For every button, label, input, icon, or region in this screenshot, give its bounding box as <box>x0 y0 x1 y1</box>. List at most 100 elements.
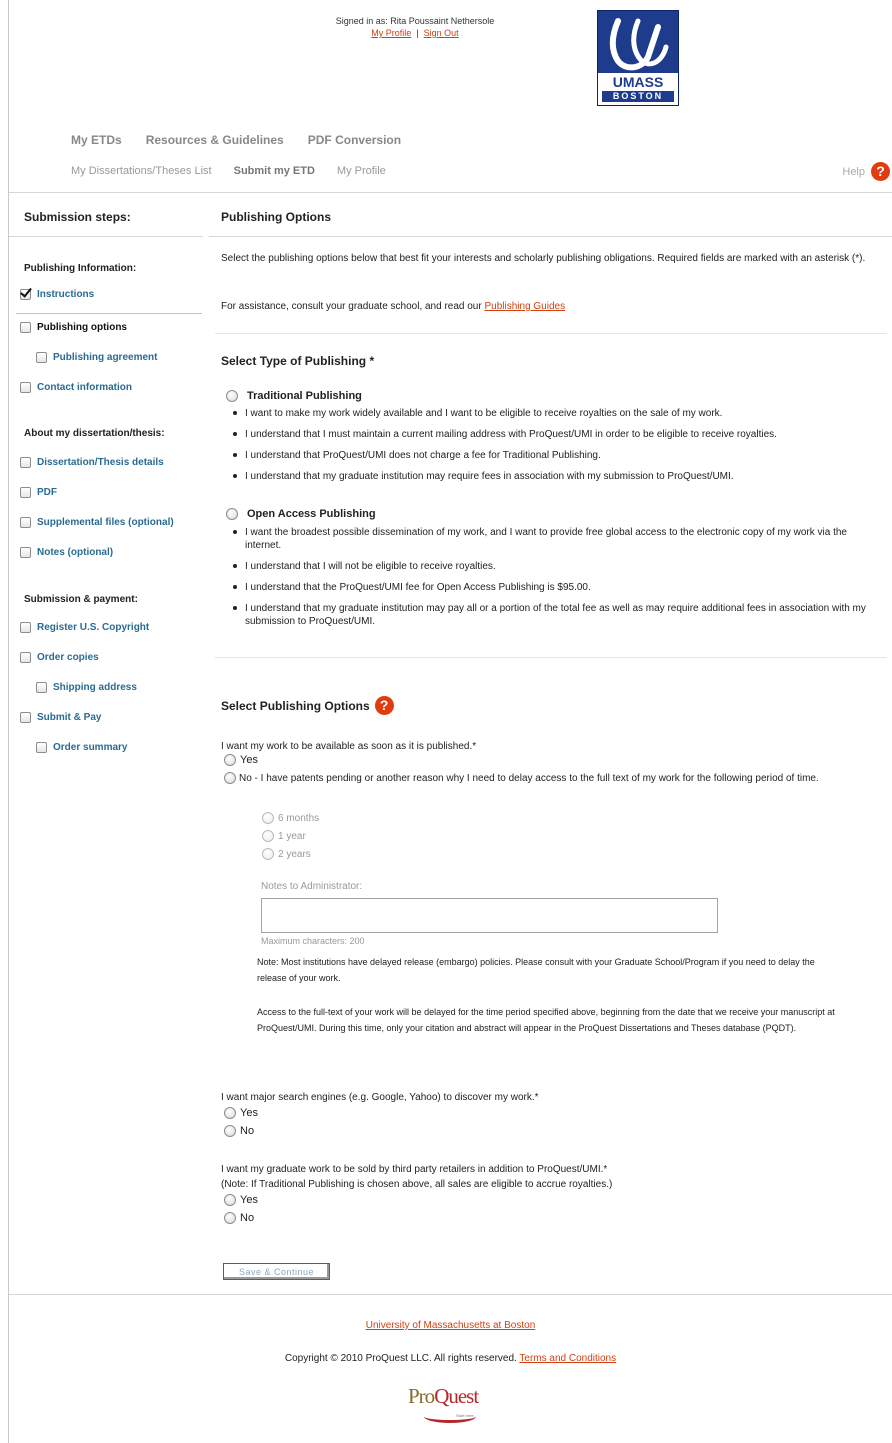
checked-box-icon <box>20 289 31 300</box>
section-divider <box>215 333 887 334</box>
search-yes[interactable]: Yes <box>224 1107 258 1119</box>
sidebar-item-details[interactable]: Dissertation/Thesis details <box>20 457 164 468</box>
checkbox-icon <box>20 517 31 528</box>
search-no-radio[interactable] <box>224 1125 236 1137</box>
university-link[interactable]: University of Massachusetts at Boston <box>366 1320 536 1331</box>
open-access-option[interactable]: Open Access Publishing <box>226 508 376 520</box>
checkbox-icon <box>20 622 31 633</box>
max-chars-text: Maximum characters: 200 <box>261 936 365 946</box>
list-item: I want to make my work widely available … <box>231 407 881 420</box>
logo-part: Quest <box>434 1384 479 1408</box>
help-link[interactable]: Help ? <box>842 162 890 181</box>
period-radio[interactable] <box>262 812 274 824</box>
help-question-icon[interactable]: ? <box>871 162 890 181</box>
my-profile-link[interactable]: My Profile <box>371 28 411 38</box>
sidebar-item-shipping[interactable]: Shipping address <box>36 682 137 693</box>
checkbox-icon <box>20 382 31 393</box>
nav-pdf-conversion[interactable]: PDF Conversion <box>308 133 401 147</box>
sidebar-underline <box>16 313 202 314</box>
logo-line-1: UMASS <box>612 74 664 90</box>
sidebar-title-divider <box>9 236 203 237</box>
secondary-nav: My Dissertations/Theses List Submit my ET… <box>71 165 408 177</box>
logo-tagline: Start here. <box>456 1413 475 1418</box>
checkbox-icon <box>36 742 47 753</box>
sidebar-item-publishing-agreement[interactable]: Publishing agreement <box>36 352 157 363</box>
availability-question: I want my work to be available as soon a… <box>221 741 477 752</box>
access-note: Access to the full-text of your work wil… <box>257 1007 835 1033</box>
period-radio[interactable] <box>262 830 274 842</box>
signed-in-block: Signed in as: Rita Poussaint Nethersole … <box>0 16 830 38</box>
logo-line-2: BOSTON <box>602 91 674 102</box>
publishing-guides-link[interactable]: Publishing Guides <box>484 301 565 312</box>
terms-link[interactable]: Terms and Conditions <box>519 1353 616 1364</box>
period-radio[interactable] <box>262 848 274 860</box>
sidebar-item-submit-pay[interactable]: Submit & Pay <box>20 712 101 723</box>
open-access-radio[interactable] <box>226 508 238 520</box>
help-label: Help <box>842 165 865 178</box>
options-heading: Select Publishing Options ? <box>221 696 394 715</box>
checkbox-icon <box>20 652 31 663</box>
list-item: I understand that ProQuest/UMI does not … <box>231 449 881 462</box>
search-no[interactable]: No <box>224 1125 254 1137</box>
sidebar-item-supplemental[interactable]: Supplemental files (optional) <box>20 517 174 528</box>
group-about-dissertation: About my dissertation/thesis: <box>24 428 165 439</box>
sidebar-item-publishing-options[interactable]: Publishing options <box>20 322 127 333</box>
nav-submit-etd[interactable]: Submit my ETD <box>234 165 315 177</box>
list-item: I understand that I will not be eligible… <box>231 560 881 573</box>
checkbox-icon <box>20 487 31 498</box>
retail-note: (Note: If Traditional Publishing is chos… <box>221 1179 613 1190</box>
sidebar-item-order-copies[interactable]: Order copies <box>20 652 99 663</box>
retail-no-radio[interactable] <box>224 1212 236 1224</box>
options-help-icon[interactable]: ? <box>374 696 394 715</box>
sidebar-item-notes[interactable]: Notes (optional) <box>20 547 113 558</box>
list-item: I understand that the ProQuest/UMI fee f… <box>231 581 881 594</box>
availability-yes[interactable]: Yes <box>224 754 258 766</box>
nav-my-profile[interactable]: My Profile <box>337 165 386 177</box>
retail-no[interactable]: No <box>224 1212 254 1224</box>
sidebar-item-instructions[interactable]: Instructions <box>20 289 94 300</box>
page-frame <box>8 0 892 1443</box>
sidebar-title: Submission steps: <box>24 210 131 224</box>
u-monogram-icon <box>609 18 669 71</box>
nav-resources[interactable]: Resources & Guidelines <box>146 133 284 147</box>
notes-label: Notes to Administrator: <box>261 881 363 892</box>
search-question: I want major search engines (e.g. Google… <box>221 1092 539 1103</box>
checkbox-icon <box>20 322 31 333</box>
availability-yes-radio[interactable] <box>224 754 236 766</box>
retail-yes[interactable]: Yes <box>224 1194 258 1206</box>
sign-out-link[interactable]: Sign Out <box>424 28 459 38</box>
save-continue-button[interactable]: Save & Continue <box>223 1263 330 1280</box>
group-submission-payment: Submission & payment: <box>24 594 138 605</box>
traditional-radio[interactable] <box>226 390 238 402</box>
traditional-option[interactable]: Traditional Publishing <box>226 390 362 402</box>
notes-textarea[interactable] <box>261 898 718 933</box>
availability-no[interactable]: No - I have patents pending or another r… <box>224 771 884 786</box>
checkbox-icon <box>36 352 47 363</box>
signed-in-text: Signed in as: Rita Poussaint Nethersole <box>335 16 495 26</box>
sidebar-item-order-summary[interactable]: Order summary <box>36 742 127 753</box>
period-1-year[interactable]: 1 year <box>262 830 306 842</box>
nav-my-etds[interactable]: My ETDs <box>71 133 122 147</box>
proquest-logo: ProQuest Start here. <box>408 1384 488 1424</box>
embargo-note: Note: Most institutions have delayed rel… <box>257 957 815 983</box>
header-divider <box>9 192 892 193</box>
logo-part: Pro <box>408 1384 435 1408</box>
list-item: I understand that my graduate institutio… <box>231 470 881 483</box>
section-divider <box>215 657 887 658</box>
sidebar-item-pdf[interactable]: PDF <box>20 487 57 498</box>
availability-no-radio[interactable] <box>224 772 236 785</box>
footer-copyright: Copyright © 2010 ProQuest LLC. All right… <box>284 1353 617 1364</box>
checkbox-icon <box>20 712 31 723</box>
main-title-divider <box>209 236 892 237</box>
sidebar-item-copyright[interactable]: Register U.S. Copyright <box>20 622 149 633</box>
nav-theses-list[interactable]: My Dissertations/Theses List <box>71 165 212 177</box>
period-6-months[interactable]: 6 months <box>262 812 319 824</box>
checkbox-icon <box>20 457 31 468</box>
footer-university: University of Massachusetts at Boston <box>9 1320 892 1331</box>
search-yes-radio[interactable] <box>224 1107 236 1119</box>
period-2-years[interactable]: 2 years <box>262 848 311 860</box>
sidebar-item-contact-information[interactable]: Contact information <box>20 382 132 393</box>
list-item: I want the broadest possible disseminati… <box>231 526 881 552</box>
retail-yes-radio[interactable] <box>224 1194 236 1206</box>
page-title: Publishing Options <box>221 210 331 224</box>
